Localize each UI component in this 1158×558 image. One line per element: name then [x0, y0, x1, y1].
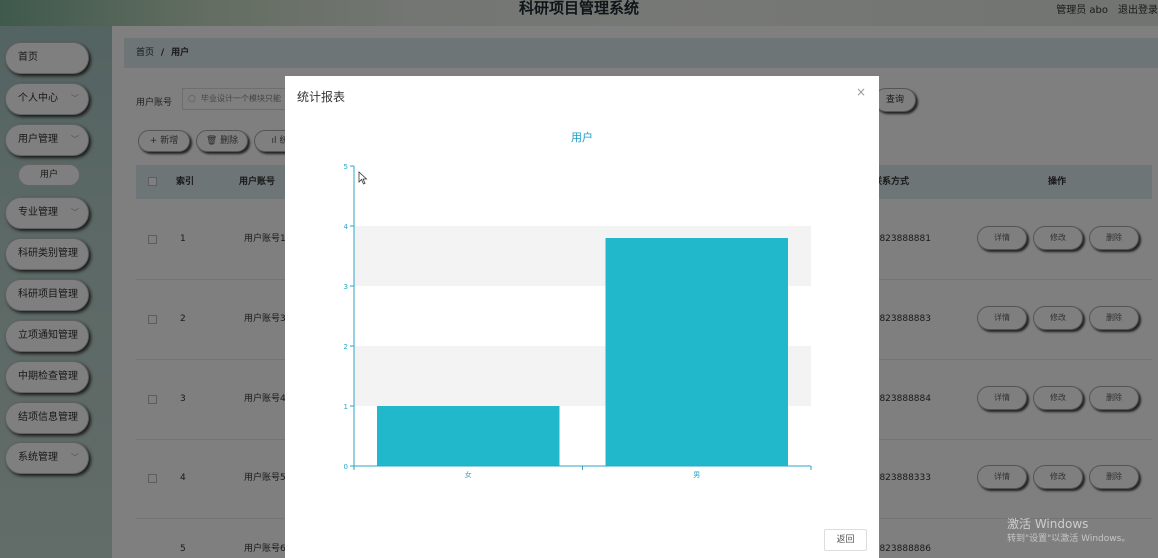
x-tick-label: 女 — [465, 470, 472, 479]
bar-chart: 0 1 2 3 4 5 女 男 — [344, 163, 812, 479]
windows-watermark-line1: 激活 Windows — [1007, 517, 1089, 531]
mouse-cursor-icon — [358, 171, 368, 185]
stats-dialog: 统计报表 × 用户 012345 女男 返回 — [285, 76, 879, 558]
bar — [605, 238, 788, 466]
y-tick-label: 4 — [344, 223, 349, 231]
bar — [377, 406, 560, 466]
windows-watermark-line2: 转到"设置"以激活 Windows。 — [1007, 534, 1131, 544]
y-tick-label: 0 — [344, 463, 348, 471]
y-tick-label: 5 — [344, 163, 348, 171]
y-tick-label: 3 — [344, 283, 348, 291]
y-tick-label: 1 — [344, 403, 348, 411]
x-tick-label: 男 — [693, 471, 700, 479]
return-button[interactable]: 返回 — [824, 529, 867, 551]
y-tick-label: 2 — [344, 343, 348, 351]
